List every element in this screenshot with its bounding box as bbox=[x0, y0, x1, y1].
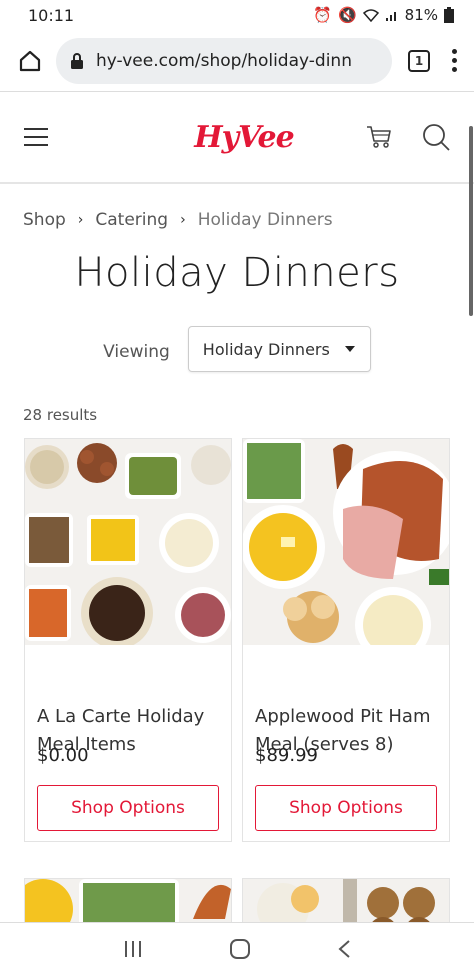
breadcrumb-current: Holiday Dinners bbox=[197, 210, 333, 230]
battery-icon bbox=[444, 7, 454, 23]
mute-icon: 🔇 bbox=[337, 6, 357, 24]
site-header: HyVee bbox=[0, 92, 474, 184]
product-card[interactable]: Applewood Pit Ham Meal (serves 8) $89.99… bbox=[242, 438, 450, 842]
breadcrumb: Shop › Catering › Holiday Dinners bbox=[0, 184, 474, 230]
header-actions bbox=[366, 123, 450, 151]
wifi-icon bbox=[362, 9, 379, 22]
product-grid: A La Carte Holiday Meal Items $0.00 Shop… bbox=[0, 424, 474, 842]
address-bar[interactable]: hy-vee.com/shop/holiday-dinn bbox=[56, 37, 392, 84]
url-text: hy-vee.com/shop/holiday-dinn bbox=[96, 50, 352, 71]
recent-apps-icon[interactable] bbox=[123, 940, 143, 958]
product-info: Applewood Pit Ham Meal (serves 8) $89.99… bbox=[243, 645, 449, 843]
status-time: 10:11 bbox=[28, 5, 75, 25]
tabs-button[interactable]: 1 bbox=[408, 49, 430, 72]
search-icon[interactable] bbox=[422, 123, 450, 151]
caret-down-icon bbox=[344, 346, 355, 352]
chevron-right-icon: › bbox=[180, 212, 186, 228]
browser-toolbar: hy-vee.com/shop/holiday-dinn 1 bbox=[0, 30, 474, 92]
viewing-filter: Viewing Holiday Dinners bbox=[0, 326, 474, 372]
results-count: 28 results bbox=[23, 406, 98, 424]
browser-menu-button[interactable] bbox=[444, 49, 464, 72]
shop-options-button[interactable]: Shop Options bbox=[255, 785, 437, 831]
home-nav-icon[interactable] bbox=[229, 938, 251, 960]
product-price: $89.99 bbox=[255, 745, 318, 766]
home-icon bbox=[19, 50, 41, 71]
breadcrumb-shop[interactable]: Shop bbox=[23, 210, 66, 230]
cart-icon[interactable] bbox=[366, 125, 392, 149]
status-bar: 10:11 ⏰ 🔇 81% bbox=[0, 0, 474, 30]
hyvee-logo[interactable]: HyVee bbox=[194, 120, 294, 155]
product-price: $0.00 bbox=[37, 745, 89, 766]
home-button[interactable] bbox=[10, 41, 50, 81]
breadcrumb-catering[interactable]: Catering bbox=[95, 210, 168, 230]
product-image[interactable] bbox=[243, 439, 449, 645]
alarm-icon: ⏰ bbox=[313, 6, 332, 24]
back-icon[interactable] bbox=[337, 939, 351, 959]
android-nav-bar bbox=[0, 922, 474, 974]
status-icons: ⏰ 🔇 81% bbox=[313, 6, 454, 24]
menu-dot-icon bbox=[451, 67, 457, 72]
viewing-label: Viewing bbox=[103, 342, 170, 362]
battery-level: 81% bbox=[404, 6, 438, 24]
chevron-right-icon: › bbox=[77, 212, 84, 228]
product-card[interactable]: A La Carte Holiday Meal Items $0.00 Shop… bbox=[24, 438, 232, 842]
menu-dot-icon bbox=[451, 49, 457, 54]
hamburger-menu-icon[interactable] bbox=[24, 128, 48, 146]
shop-options-button[interactable]: Shop Options bbox=[37, 785, 219, 831]
signal-icon bbox=[385, 12, 396, 21]
dropdown-value: Holiday Dinners bbox=[202, 339, 330, 359]
page-scrollbar[interactable] bbox=[469, 126, 473, 316]
menu-dot-icon bbox=[451, 58, 457, 63]
product-info: A La Carte Holiday Meal Items $0.00 Shop… bbox=[25, 645, 231, 843]
category-dropdown[interactable]: Holiday Dinners bbox=[187, 326, 371, 372]
page-title: Holiday Dinners bbox=[74, 250, 400, 296]
lock-icon bbox=[71, 52, 83, 69]
product-image[interactable] bbox=[25, 439, 231, 645]
